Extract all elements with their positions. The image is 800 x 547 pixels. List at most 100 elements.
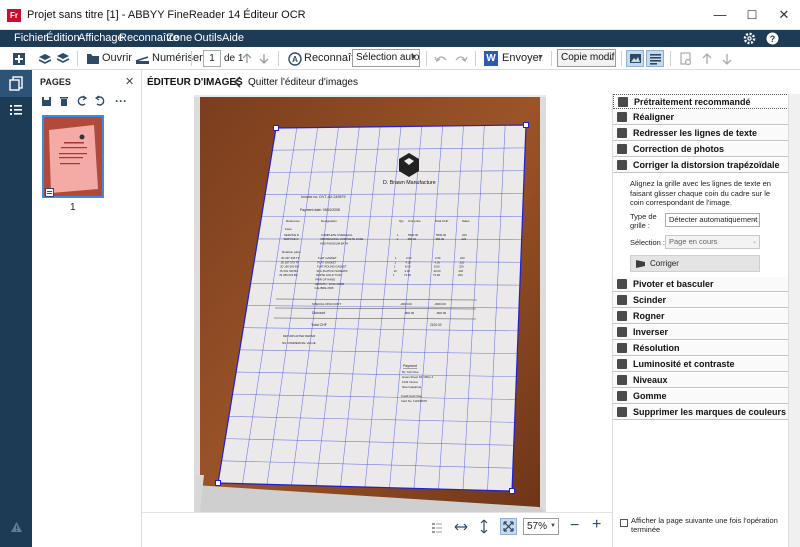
send-chevron-down-icon[interactable]: ▼ <box>537 54 544 61</box>
invoice-payment-line: New Caledonia <box>402 385 421 389</box>
fit-page-button[interactable] <box>500 518 517 535</box>
split-icon <box>617 295 627 305</box>
layout-list-icon[interactable] <box>431 522 443 533</box>
chevron-down-icon: ▼ <box>410 54 417 61</box>
open-button[interactable]: Ouvrir <box>102 50 132 67</box>
corner-handle-top-right[interactable] <box>523 122 529 128</box>
invoice-note-commercial: NO COMMERCIAL VALUE <box>282 341 316 345</box>
page-thumbnail[interactable] <box>42 115 104 198</box>
redo-icon[interactable] <box>454 53 468 64</box>
word-document-icon[interactable]: W <box>484 51 498 66</box>
maximize-button[interactable]: ☐ <box>736 0 768 30</box>
next-page-arrow-icon[interactable] <box>259 53 269 64</box>
add-pages-icon[interactable] <box>37 51 53 67</box>
document-image: D. Brawn Manufacture Invoice no. DVT-AX-… <box>194 95 546 512</box>
upload-arrow-icon[interactable] <box>700 52 714 66</box>
text-view-toggle[interactable] <box>646 50 664 67</box>
exit-image-editor-link[interactable]: Quitter l'éditeur d'images <box>248 77 358 88</box>
eraser-icon <box>617 391 627 401</box>
fit-width-icon[interactable] <box>454 522 468 532</box>
invoice-payment-line: 1234 Vienna <box>402 380 418 384</box>
page-search-icon[interactable] <box>679 52 693 66</box>
list-view-tab[interactable] <box>0 98 32 122</box>
corner-handle-bottom-left[interactable] <box>215 480 221 486</box>
zoom-in-button[interactable]: + <box>592 516 601 534</box>
image-canvas[interactable]: D. Brawn Manufacture Invoice no. DVT-AX-… <box>194 95 546 512</box>
download-arrow-icon[interactable] <box>720 52 734 66</box>
tool-section-label: Pivoter et basculer <box>633 279 714 289</box>
rotate-right-icon[interactable] <box>94 95 106 107</box>
tool-section-trapezoid[interactable]: Corriger la distorsion trapézoïdale <box>613 158 789 173</box>
straighten-lines-icon <box>617 128 627 138</box>
pages-panel-close-icon[interactable]: ✕ <box>125 75 134 88</box>
warning-icon[interactable] <box>10 521 23 533</box>
invert-icon <box>617 327 627 337</box>
tool-section-brightness[interactable]: Luminosité et contraste <box>613 357 789 372</box>
zoom-out-button[interactable]: − <box>570 517 579 535</box>
grid-type-chevron-icon: ⌄ <box>752 217 758 223</box>
recognize-icon[interactable]: A <box>288 52 302 66</box>
layers-icon[interactable] <box>56 51 70 67</box>
previous-page-arrow-icon[interactable] <box>242 53 252 64</box>
invoice-special-discount: SPECIAL DISCOUNT <box>312 302 341 306</box>
selection-scope-dropdown[interactable]: Page en cours <box>665 235 760 249</box>
scan-button[interactable]: Numériser <box>152 50 203 67</box>
show-next-page-checkbox[interactable] <box>620 519 628 527</box>
image-view-toggle[interactable] <box>626 50 644 67</box>
tool-section-remove-color-marks[interactable]: Supprimer les marques de couleurs <box>613 405 789 420</box>
fit-height-icon[interactable] <box>479 519 489 534</box>
invoice-cell: 220 <box>462 237 467 241</box>
page-thumbnail-image <box>44 117 102 196</box>
folder-icon[interactable] <box>86 52 100 65</box>
corner-handle-top-left[interactable] <box>273 125 279 131</box>
invoice-number: Invoice no. DVT-AX-249879 <box>301 195 346 199</box>
save-icon[interactable] <box>41 96 52 107</box>
help-icon[interactable]: ? <box>766 32 779 45</box>
invoice-cell: 220 <box>458 273 463 277</box>
more-options-icon[interactable]: ··· <box>115 94 127 108</box>
menu-affichage[interactable]: Affichage <box>78 32 124 44</box>
tool-section-eraser[interactable]: Gomme <box>613 389 789 404</box>
new-task-icon[interactable] <box>12 52 26 66</box>
page-number-input[interactable]: 1 <box>203 50 221 67</box>
scanner-icon[interactable] <box>135 52 150 65</box>
panel-scrollbar[interactable] <box>788 94 800 547</box>
tool-section-deskew[interactable]: Réaligner <box>613 110 789 125</box>
menu-outils[interactable]: Outils <box>194 32 222 44</box>
rotate-icon <box>617 279 627 289</box>
tool-section-crop[interactable]: Rogner <box>613 309 789 324</box>
svg-text:Unit price: Unit price <box>408 219 421 223</box>
app-logo-icon: Fr <box>7 9 21 22</box>
chevron-left-icon[interactable] <box>233 76 242 88</box>
rotate-left-icon[interactable] <box>76 95 88 107</box>
pages-view-tab[interactable] <box>0 70 32 97</box>
close-window-button[interactable]: ✕ <box>768 0 800 30</box>
tool-section-resolution[interactable]: Résolution <box>613 341 789 356</box>
selection-chevron-icon: ⌄ <box>752 239 758 245</box>
settings-gear-icon[interactable] <box>743 32 756 45</box>
undo-icon[interactable] <box>434 53 448 64</box>
tool-section-levels[interactable]: Niveaux <box>613 373 789 388</box>
tool-section-label: Inverser <box>633 327 669 337</box>
editor-bottom-bar: 57% ▼ − + <box>142 512 612 547</box>
menu-zone[interactable]: Zone <box>167 32 192 44</box>
tool-section-photo-correction[interactable]: Correction de photos <box>613 142 789 157</box>
minimize-button[interactable]: — <box>704 0 736 30</box>
invoice-discount-value: -800.00 <box>404 311 415 315</box>
tool-section-split[interactable]: Scinder <box>613 293 789 308</box>
grid-type-dropdown[interactable]: Détecter automatiquement <box>665 213 760 227</box>
invoice-discount-total: -800.00 <box>436 311 447 315</box>
menu-edition[interactable]: Édition <box>46 32 80 44</box>
tool-section-rotate[interactable]: Pivoter et basculer <box>613 277 789 292</box>
invoice-section-fees: Fees <box>285 227 292 231</box>
correct-button[interactable]: Corriger <box>630 255 760 272</box>
menu-fichier[interactable]: Fichier <box>14 32 47 44</box>
tool-section-preprocess[interactable]: Prétraitement recommandé <box>613 94 789 109</box>
tool-section-straighten-lines[interactable]: Redresser les lignes de texte <box>613 126 789 141</box>
window-title: Projet sans titre [1] - ABBYY FineReader… <box>27 9 306 21</box>
svg-text:A: A <box>292 55 298 64</box>
delete-trash-icon[interactable] <box>59 95 69 107</box>
menu-aide[interactable]: Aide <box>222 32 244 44</box>
corner-handle-bottom-right[interactable] <box>509 488 515 494</box>
tool-section-invert[interactable]: Inverser <box>613 325 789 340</box>
